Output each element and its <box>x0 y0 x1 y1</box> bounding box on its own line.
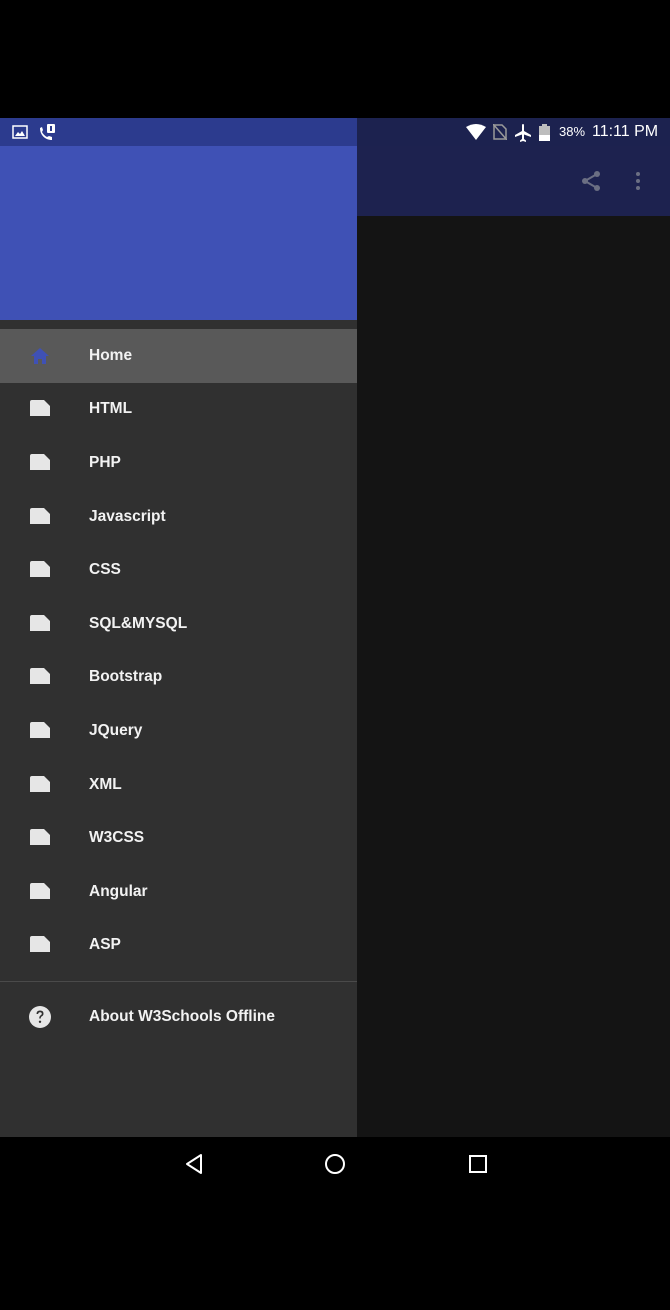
drawer-item-label: Bootstrap <box>89 668 163 686</box>
call-notification-icon <box>40 124 55 140</box>
drawer-item-label: Home <box>89 346 133 364</box>
screen: 38% 11:11 PM Home HTML PHP Javascript CS… <box>0 118 670 1191</box>
battery-percent: 38% <box>559 124 586 139</box>
document-icon <box>30 453 50 470</box>
document-icon <box>30 507 50 524</box>
share-icon[interactable] <box>579 169 603 193</box>
drawer-item-label: ASP <box>89 936 121 954</box>
drawer-menu: Home HTML PHP Javascript CSS SQL&MYSQL B… <box>0 329 357 972</box>
document-icon <box>30 775 50 792</box>
navigation-drawer: Home HTML PHP Javascript CSS SQL&MYSQL B… <box>0 146 357 1137</box>
wifi-icon <box>466 124 486 140</box>
more-options-icon[interactable] <box>626 169 650 193</box>
document-icon <box>30 936 50 953</box>
document-icon <box>30 829 50 846</box>
back-icon[interactable] <box>180 1150 208 1178</box>
home-circle-icon[interactable] <box>321 1150 349 1178</box>
status-bar: 38% 11:11 PM <box>0 118 670 146</box>
drawer-item-label: SQL&MYSQL <box>89 614 188 632</box>
drawer-item-label: Javascript <box>89 507 166 525</box>
drawer-item-w3css[interactable]: W3CSS <box>0 811 357 865</box>
status-time: 11:11 PM <box>592 123 659 140</box>
app-bar <box>357 146 670 216</box>
main-content-scrim[interactable] <box>357 216 670 1137</box>
drawer-item-angular[interactable]: Angular <box>0 865 357 919</box>
document-icon <box>30 400 50 417</box>
drawer-item-label: JQuery <box>89 721 143 739</box>
drawer-item-label: CSS <box>89 561 121 579</box>
drawer-item-jquery[interactable]: JQuery <box>0 704 357 758</box>
drawer-item-bootstrap[interactable]: Bootstrap <box>0 651 357 705</box>
drawer-item-html[interactable]: HTML <box>0 383 357 437</box>
document-icon <box>30 614 50 631</box>
document-icon <box>30 882 50 899</box>
drawer-item-asp[interactable]: ASP <box>0 919 357 973</box>
image-icon <box>12 125 28 139</box>
drawer-item-label: XML <box>89 775 122 793</box>
no-sim-icon <box>493 124 507 140</box>
drawer-item-label: Angular <box>89 882 148 900</box>
drawer-divider <box>0 981 357 982</box>
about-label: About W3Schools Offline <box>89 1007 275 1025</box>
home-icon <box>31 347 49 364</box>
drawer-item-php[interactable]: PHP <box>0 436 357 490</box>
document-icon <box>30 721 50 738</box>
document-icon <box>30 668 50 685</box>
help-icon <box>29 1005 51 1028</box>
drawer-item-about[interactable]: About W3Schools Offline <box>0 990 357 1044</box>
battery-icon <box>539 124 550 141</box>
drawer-item-label: PHP <box>89 453 121 471</box>
drawer-item-xml[interactable]: XML <box>0 758 357 812</box>
document-icon <box>30 561 50 578</box>
recents-icon[interactable] <box>464 1150 492 1178</box>
drawer-item-label: W3CSS <box>89 829 145 847</box>
drawer-item-label: HTML <box>89 400 133 418</box>
drawer-header <box>0 146 357 320</box>
system-nav-bar <box>0 1137 670 1191</box>
airplane-mode-icon <box>515 124 531 142</box>
drawer-item-javascript[interactable]: Javascript <box>0 490 357 544</box>
drawer-item-home[interactable]: Home <box>0 329 357 383</box>
drawer-item-css[interactable]: CSS <box>0 543 357 597</box>
drawer-item-sql-mysql[interactable]: SQL&MYSQL <box>0 597 357 651</box>
